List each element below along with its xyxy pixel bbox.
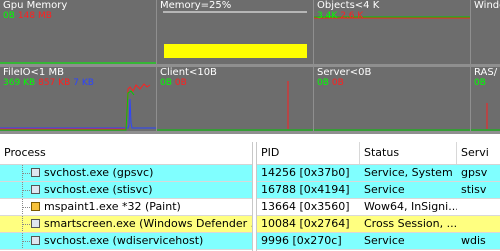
- fileio-green-line: [0, 90, 135, 131]
- service-cell: [457, 199, 500, 215]
- status-cell: Service, System: [364, 166, 453, 179]
- service-cell: gpsv: [461, 166, 488, 179]
- process-name: svchost.exe (gpsvc): [44, 166, 154, 179]
- service-cell: [457, 216, 500, 232]
- service-cell: stisv: [461, 183, 487, 196]
- process-name: mspaint1.exe *32 (Paint): [44, 200, 181, 213]
- tree-connector-tick: [22, 207, 30, 208]
- pid-cell: 9996 [0x270c]: [261, 234, 342, 247]
- paint-icon: [31, 202, 40, 211]
- pid-cell: 14256 [0x37b0]: [261, 166, 350, 179]
- process-name: smartscreen.exe (Windows Defender ...: [44, 217, 252, 230]
- graph-values: 0B: [474, 78, 486, 88]
- windows-graph[interactable]: Windo: [471, 0, 500, 64]
- details-row[interactable]: 13664 [0x3560] Wow64, InSigni...: [257, 199, 500, 216]
- performance-graphs: Gpu Memory 0B 148 MB Memory=25% Objects<4…: [0, 0, 500, 134]
- service-icon: [31, 168, 40, 177]
- pid-cell: 13664 [0x3560]: [261, 200, 350, 213]
- memory-graph[interactable]: Memory=25%: [157, 0, 313, 64]
- details-row[interactable]: 9996 [0x270c] Service wdis: [257, 233, 500, 250]
- graph-title: RAS/: [474, 67, 498, 78]
- service-cell: wdis: [461, 234, 486, 247]
- graph-values: 0B 0B: [160, 78, 187, 88]
- graph-title: Memory=25%: [160, 0, 232, 11]
- status-cell: Wow64, InSigni...: [364, 200, 457, 213]
- service-icon: [31, 219, 40, 228]
- column-header-service[interactable]: Servi: [457, 142, 500, 164]
- graph-title: Client<10B: [160, 67, 217, 78]
- tree-connector-tick: [22, 241, 30, 242]
- column-header-process[interactable]: Process: [0, 142, 252, 164]
- graph-title: Server<0B: [317, 67, 372, 78]
- process-tree-pane: Process svchost.exe (gpsvc) svchost.exe …: [0, 142, 253, 251]
- graph-title: Gpu Memory: [3, 0, 68, 11]
- details-header: PID Status Servi: [257, 142, 500, 165]
- details-row[interactable]: 10084 [0x2764] Cross Session, ...: [257, 216, 500, 233]
- fileio-graph[interactable]: FileIO<1 MB 369 KB 857 KB 7 KB: [0, 67, 156, 131]
- process-row[interactable]: svchost.exe (stisvc): [0, 182, 252, 199]
- graph-values: 3.4K 2.6 K: [317, 11, 364, 21]
- gpu-memory-graph[interactable]: Gpu Memory 0B 148 MB: [0, 0, 156, 64]
- graph-title: Windo: [474, 0, 500, 11]
- graph-title: FileIO<1 MB: [3, 67, 64, 78]
- tree-connector-tick: [22, 224, 30, 225]
- pid-cell: 16788 [0x4194]: [261, 183, 350, 196]
- process-row[interactable]: svchost.exe (wdiservicehost): [0, 233, 252, 250]
- graph-values: 0B 0B: [317, 78, 344, 88]
- memory-usage-bar: [164, 44, 307, 58]
- column-header-pid[interactable]: PID: [257, 142, 360, 164]
- process-name: svchost.exe (wdiservicehost): [44, 234, 204, 247]
- graph-values: 0B 148 MB: [3, 11, 52, 21]
- graph-values: 369 KB 857 KB 7 KB: [3, 78, 94, 88]
- process-tree-header: Process: [0, 142, 252, 165]
- process-row[interactable]: smartscreen.exe (Windows Defender ...: [0, 216, 252, 233]
- process-name: svchost.exe (stisvc): [44, 183, 153, 196]
- status-cell: Service: [364, 234, 405, 247]
- objects-graph[interactable]: Objects<4 K 3.4K 2.6 K: [314, 0, 470, 64]
- status-cell: Cross Session, ...: [364, 217, 457, 230]
- process-row[interactable]: mspaint1.exe *32 (Paint): [0, 199, 252, 216]
- graph-title: Objects<4 K: [317, 0, 380, 11]
- server-graph[interactable]: Server<0B 0B 0B: [314, 67, 470, 131]
- tree-connector-tick: [22, 190, 30, 191]
- process-details-pane: PID Status Servi 14256 [0x37b0] Service,…: [256, 142, 500, 251]
- ras-graph[interactable]: RAS/ 0B: [471, 67, 500, 131]
- status-cell: Service: [364, 183, 405, 196]
- service-icon: [31, 185, 40, 194]
- pid-cell: 10084 [0x2764]: [261, 217, 350, 230]
- process-views: Process svchost.exe (gpsvc) svchost.exe …: [0, 134, 500, 251]
- column-header-status[interactable]: Status: [360, 142, 457, 164]
- service-icon: [31, 236, 40, 245]
- details-row[interactable]: 16788 [0x4194] Service stisv: [257, 182, 500, 199]
- details-row[interactable]: 14256 [0x37b0] Service, System gpsv: [257, 165, 500, 182]
- tree-connector-tick: [22, 173, 30, 174]
- client-graph[interactable]: Client<10B 0B 0B: [157, 67, 313, 131]
- fileio-blue-line: [0, 98, 156, 129]
- process-row[interactable]: svchost.exe (gpsvc): [0, 165, 252, 182]
